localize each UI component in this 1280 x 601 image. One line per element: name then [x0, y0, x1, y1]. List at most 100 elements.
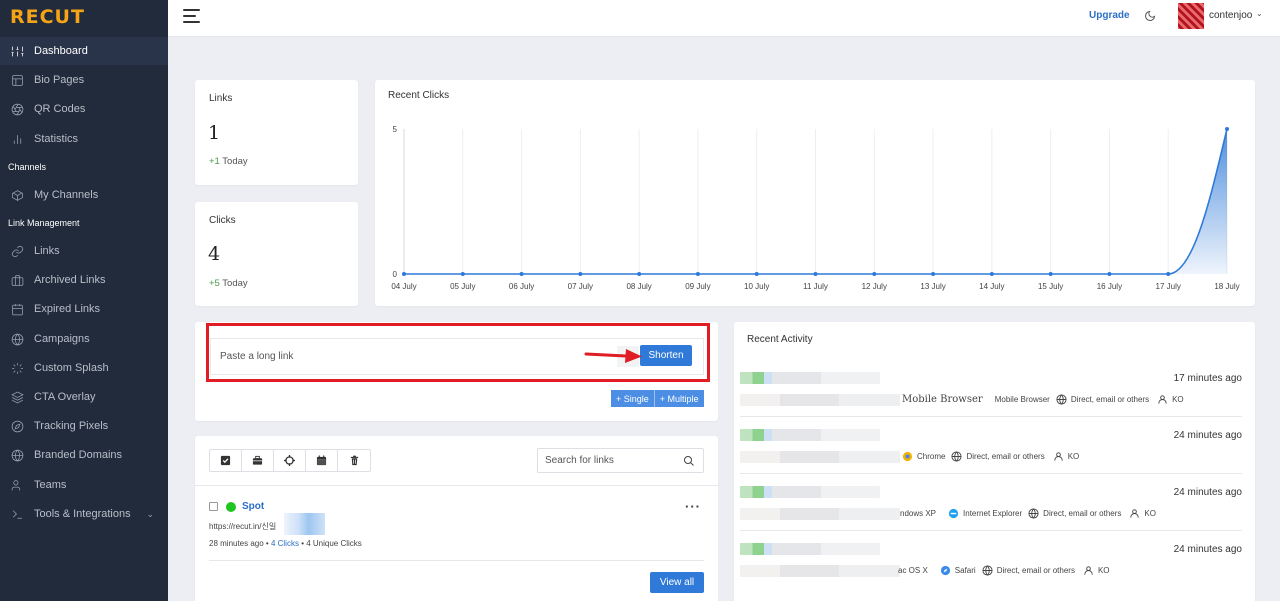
sidebar-item-links[interactable]: Links — [0, 237, 168, 265]
box-icon — [10, 188, 24, 202]
x-tick-label: 12 July — [862, 282, 887, 291]
chart-point[interactable] — [754, 272, 759, 276]
sidebar-item-label: CTA Overlay — [34, 391, 96, 403]
moon-icon[interactable] — [1144, 10, 1156, 22]
activity-os: ndows XP — [900, 509, 937, 518]
search-icon[interactable] — [683, 455, 695, 467]
globe-icon — [10, 448, 24, 462]
sidebar-item-qr-codes[interactable]: QR Codes — [0, 95, 168, 123]
sidebar-item-campaigns[interactable]: Campaigns — [0, 325, 168, 353]
links-stat-card: Links 1 +1 Today — [195, 80, 358, 185]
sidebar-item-label: My Channels — [34, 189, 99, 201]
x-tick-label: 10 July — [744, 282, 769, 291]
username[interactable]: contenjoo — [1209, 10, 1252, 21]
sidebar-item-cta-overlay[interactable]: CTA Overlay — [0, 383, 168, 411]
chart-point[interactable] — [695, 272, 700, 276]
activity-details: ndows XP Internet Explorer Direct, email… — [900, 508, 1156, 519]
calendar-icon[interactable] — [306, 450, 338, 471]
chart-point[interactable] — [519, 272, 524, 276]
globe-icon — [1028, 508, 1039, 519]
globe-icon — [951, 451, 962, 462]
sidebar-item-branded-domains[interactable]: Branded Domains — [0, 441, 168, 469]
activity-time: 24 minutes ago — [1173, 487, 1242, 498]
redacted-activity-link — [740, 429, 880, 441]
clicks-stat-delta: +5 Today — [209, 278, 248, 289]
more-options-icon[interactable]: ··· — [685, 499, 701, 514]
search-links-input[interactable] — [545, 449, 675, 472]
menu-toggle-icon[interactable] — [183, 9, 200, 23]
x-tick-label: 14 July — [979, 282, 1004, 291]
activity-country: KO — [1157, 394, 1184, 405]
x-tick-label: 15 July — [1038, 282, 1063, 291]
sidebar-item-dashboard[interactable]: Dashboard — [0, 37, 168, 65]
recent-clicks-card: Recent Clicks 0 5 04 July 05 July 06 July 07 … — [375, 80, 1255, 306]
chart-point[interactable] — [872, 272, 877, 276]
sidebar-item-label: Campaigns — [34, 333, 90, 345]
redacted-url-segment — [284, 513, 325, 535]
chart-point[interactable] — [989, 272, 994, 276]
sidebar-item-label: Teams — [34, 479, 67, 491]
sidebar-heading: Link Management — [8, 218, 80, 228]
multiple-button[interactable]: + Multiple — [654, 390, 704, 407]
sidebar-item-label: Statistics — [34, 133, 79, 145]
sidebar-item-label: QR Codes — [34, 103, 86, 115]
chart-point[interactable] — [578, 272, 583, 276]
clicks-stat-card: Clicks 4 +5 Today — [195, 202, 358, 306]
chart-point[interactable] — [931, 272, 936, 276]
check-square-icon[interactable] — [210, 450, 242, 471]
upgrade-link[interactable]: Upgrade — [1089, 10, 1130, 21]
activity-os: Mobile Browser — [902, 394, 983, 405]
links-stat-value: 1 — [208, 122, 221, 144]
aperture-icon — [10, 102, 24, 116]
activity-details: Chrome Direct, email or others KO — [896, 451, 1079, 462]
sidebar-item-tracking-pixels[interactable]: Tracking Pixels — [0, 412, 168, 440]
chart-point[interactable] — [637, 272, 642, 276]
sidebar-item-statistics[interactable]: Statistics — [0, 125, 168, 153]
chart-point[interactable] — [1166, 272, 1171, 276]
view-all-button[interactable]: View all — [650, 572, 704, 593]
sidebar-item-archived-links[interactable]: Archived Links — [0, 266, 168, 294]
x-tick-label: 13 July — [920, 282, 945, 291]
search-links-field — [537, 448, 704, 473]
link-meta: 28 minutes ago • 4 Clicks • 4 Unique Cli… — [209, 539, 362, 548]
loader-icon — [10, 361, 24, 375]
x-tick-label: 04 July — [391, 282, 416, 291]
sidebar-item-bio-pages[interactable]: Bio Pages — [0, 66, 168, 94]
link-title[interactable]: Spot — [242, 501, 264, 512]
chart-point[interactable] — [1048, 272, 1053, 276]
link-row-checkbox[interactable] — [209, 502, 218, 511]
chart-point[interactable] — [402, 272, 406, 276]
sidebar-item-custom-splash[interactable]: Custom Splash — [0, 354, 168, 382]
crosshair-icon[interactable] — [274, 450, 306, 471]
chart-point[interactable] — [1225, 127, 1229, 131]
briefcase-icon[interactable] — [242, 450, 274, 471]
sidebar-item-label: Bio Pages — [34, 74, 85, 86]
activity-browser: Mobile Browser — [994, 395, 1050, 404]
chart-point[interactable] — [1107, 272, 1112, 276]
app-logo[interactable]: RECUT — [10, 6, 85, 28]
link-short-url[interactable]: https://recut.in/신일 — [209, 521, 276, 532]
activity-details: Mobile Browser Mobile Browser Direct, em… — [902, 394, 1184, 405]
link-meta-separator: • — [263, 539, 271, 548]
user-icon — [1158, 395, 1167, 404]
calendar-icon — [10, 302, 24, 316]
chart-point[interactable] — [460, 272, 465, 276]
chevron-down-icon[interactable]: ⌄ — [1256, 9, 1263, 18]
avatar[interactable] — [1178, 3, 1204, 29]
sidebar-item-tools-integrations[interactable]: Tools & Integrations ⌄ — [0, 500, 168, 528]
activity-browser: Internet Explorer — [948, 508, 1022, 519]
sidebar-item-my-channels[interactable]: My Channels — [0, 181, 168, 209]
activity-divider — [740, 530, 1242, 531]
annotation-arrow — [584, 349, 642, 363]
link-clicks[interactable]: 4 Clicks — [271, 539, 299, 548]
trash-icon[interactable] — [338, 450, 370, 471]
shorten-mode-buttons: + Single + Multiple — [611, 390, 704, 407]
globe-icon — [10, 332, 24, 346]
sidebar-item-expired-links[interactable]: Expired Links — [0, 295, 168, 323]
single-button[interactable]: + Single — [611, 390, 655, 407]
sidebar-item-teams[interactable]: Teams — [0, 471, 168, 499]
y-tick-label: 5 — [393, 125, 398, 134]
chart-point[interactable] — [813, 272, 818, 276]
redacted-activity-url — [740, 451, 900, 463]
x-tick-label: 07 July — [568, 282, 593, 291]
